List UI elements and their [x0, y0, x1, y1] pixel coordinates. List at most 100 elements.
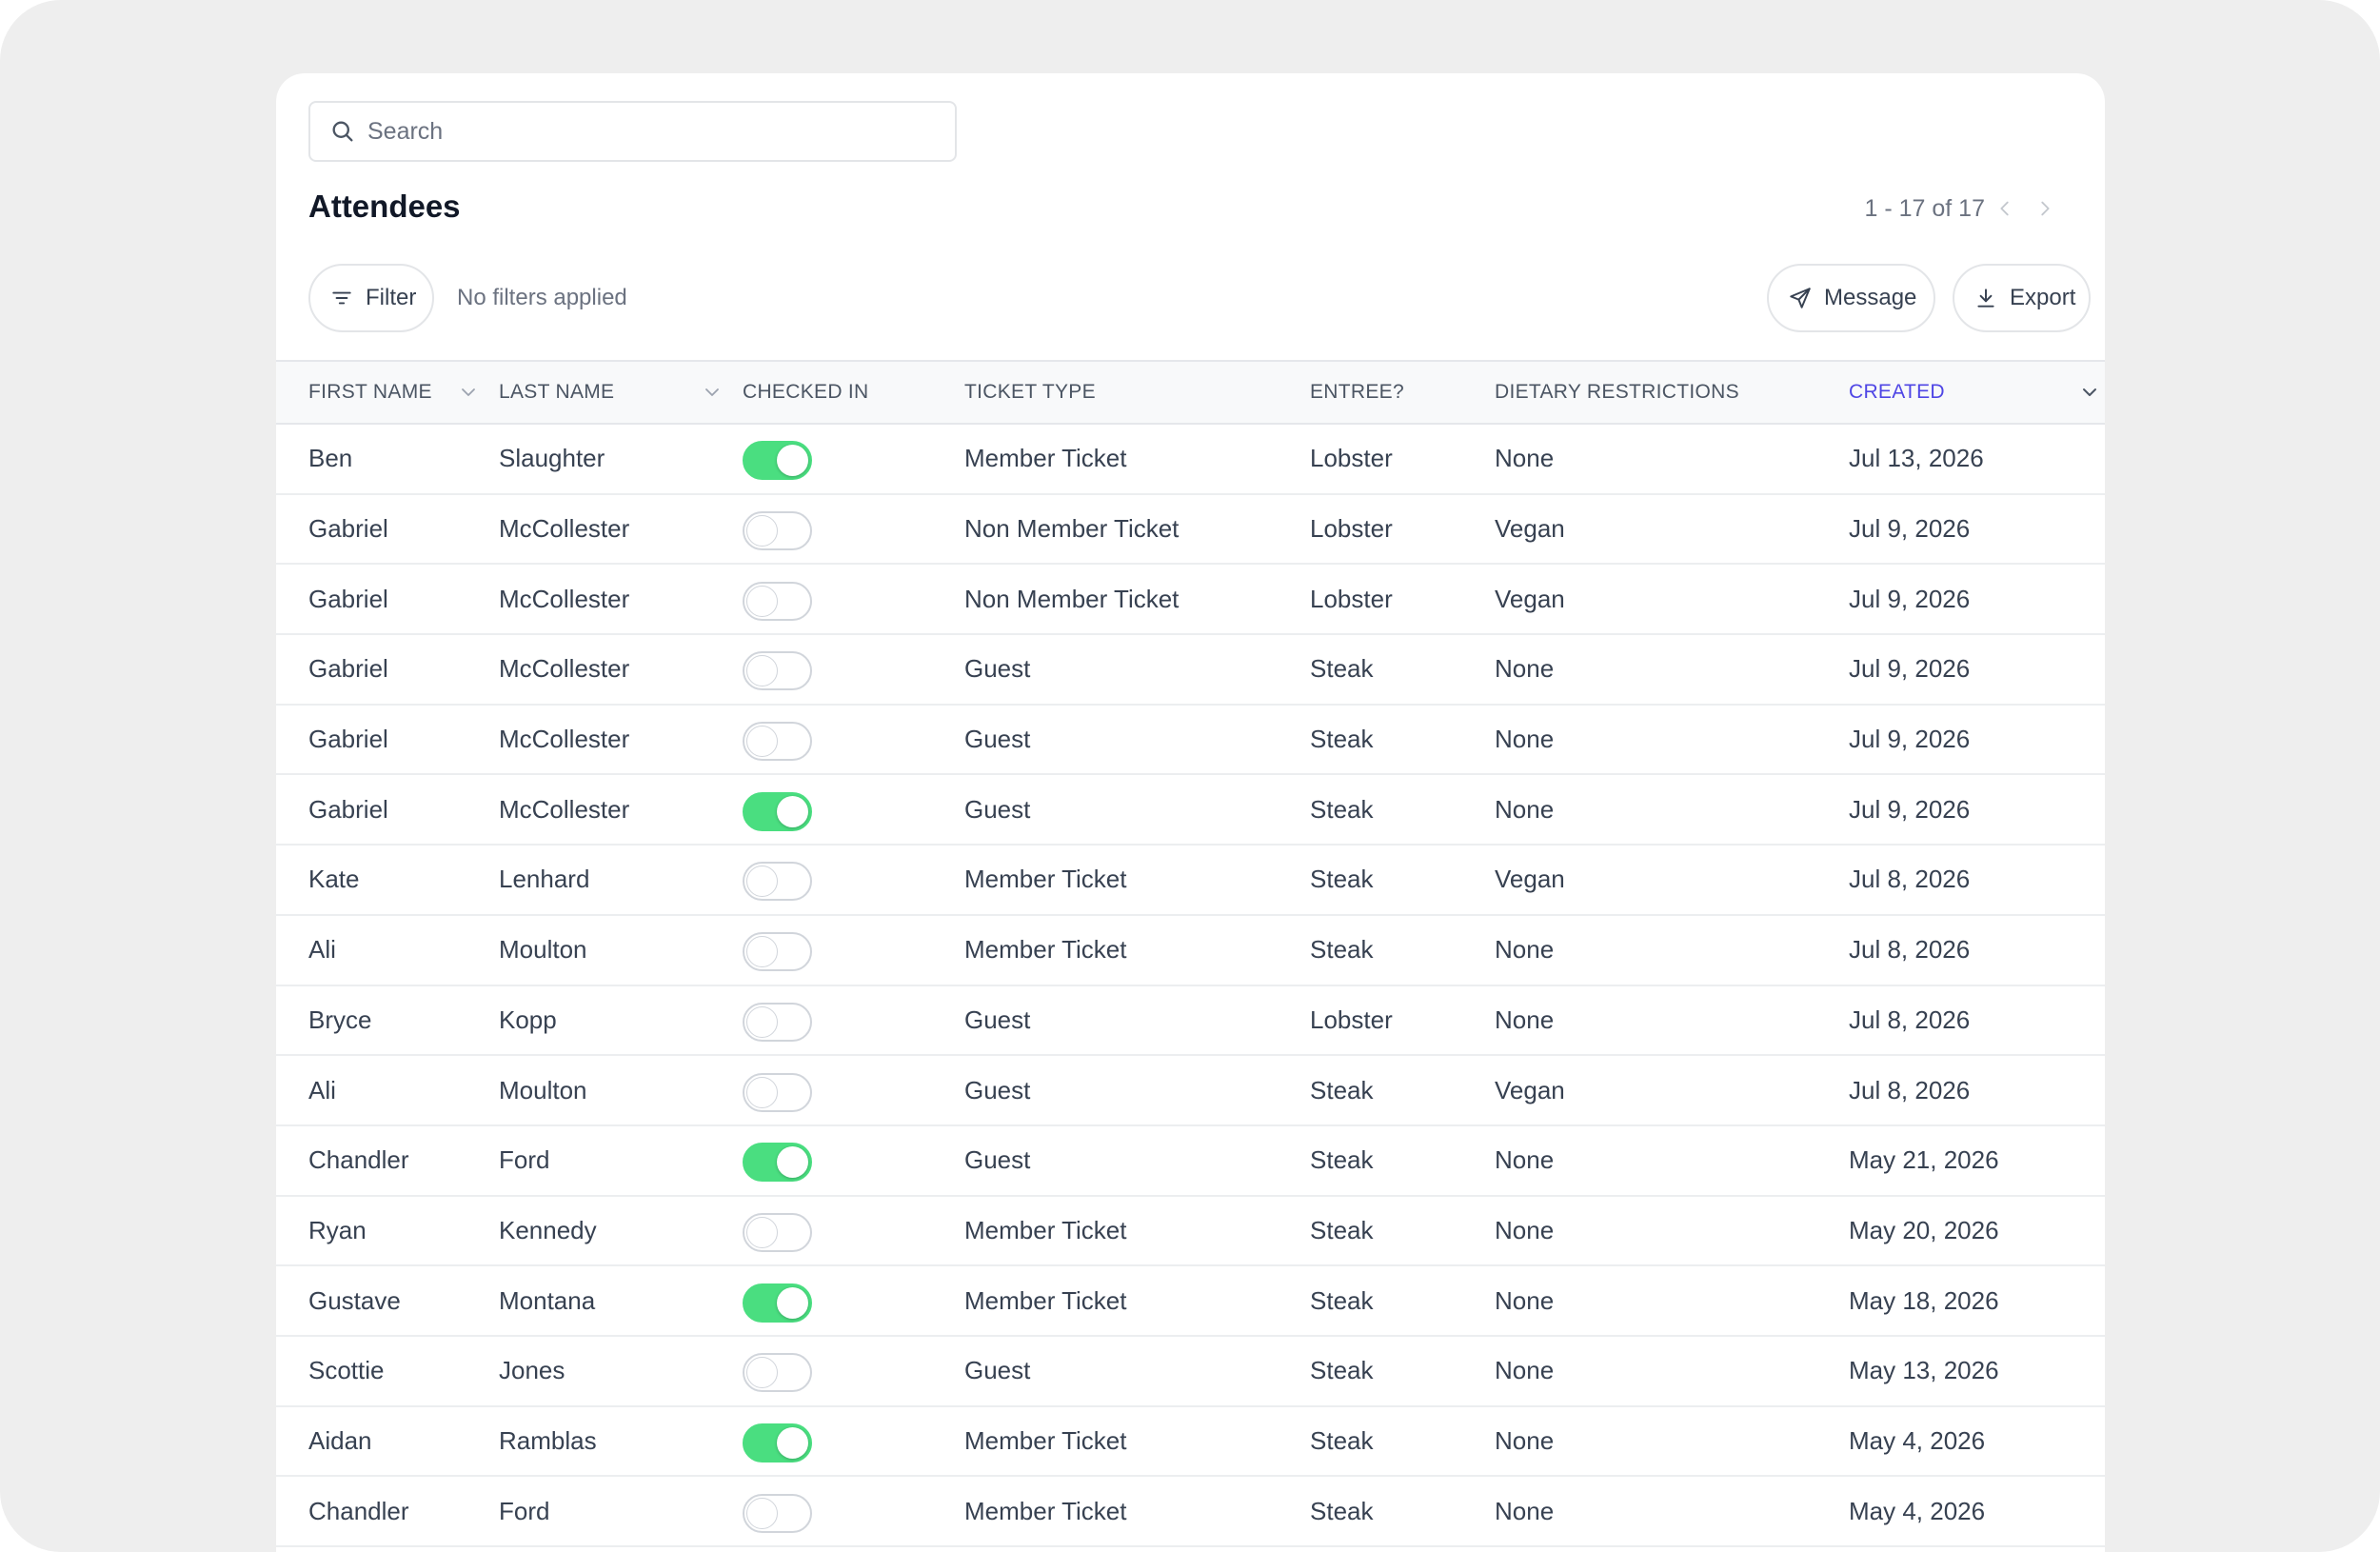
last-name-cell: McCollester	[499, 564, 743, 636]
filter-button-label: Filter	[366, 285, 417, 310]
checked-in-toggle[interactable]	[743, 862, 812, 902]
export-button[interactable]: Export	[1953, 264, 2091, 332]
first-name-cell: Gustave	[276, 1265, 499, 1337]
table-header-row: FIRST NAME LAST NAME CHECKED IN TICKET T…	[276, 360, 2105, 425]
checked-in-toggle[interactable]	[743, 1212, 812, 1252]
checked-in-toggle[interactable]	[743, 1353, 812, 1393]
last-name-cell: Kopp	[499, 985, 743, 1057]
table-row[interactable]: Ali Moulton Member Ticket Steak None Jul 8, 2…	[276, 914, 2105, 986]
checked-in-toggle[interactable]	[743, 1423, 812, 1462]
checked-in-cell	[743, 774, 964, 846]
table-row[interactable]: Chandler Ford Guest Steak None May 21, 2026	[276, 1124, 2105, 1197]
column-header-last-name[interactable]: LAST NAME	[499, 360, 743, 425]
first-name-cell: Gabriel	[276, 493, 499, 566]
checked-in-toggle[interactable]	[743, 1143, 812, 1183]
last-name-cell: Ford	[499, 1124, 743, 1197]
first-name-cell: Gabriel	[276, 564, 499, 636]
table-row[interactable]: Gabriel McCollester Guest Steak None Jul 9, 2…	[276, 774, 2105, 846]
created-cell: May 21, 2026	[1849, 1124, 2105, 1197]
filter-button[interactable]: Filter	[308, 264, 434, 332]
dietary-restrictions-cell: None	[1495, 704, 1849, 776]
table-row[interactable]: Gabriel McCollester Guest Steak None Jul 9, 2…	[276, 704, 2105, 776]
checked-in-toggle[interactable]	[743, 1493, 812, 1533]
table-row[interactable]: Ali Moulton Guest Steak Vegan Jul 8, 2026	[276, 1055, 2105, 1126]
ticket-type-cell: Member Ticket	[964, 1265, 1310, 1337]
entree-cell: Steak	[1310, 1335, 1495, 1407]
previous-page-button[interactable]	[1985, 191, 2025, 226]
checked-in-cell	[743, 564, 964, 636]
first-name-cell: Gabriel	[276, 704, 499, 776]
toggle-knob	[777, 1286, 808, 1319]
pagination: 1 - 17 of 17	[1865, 191, 2065, 226]
dietary-restrictions-cell: None	[1495, 1405, 1849, 1478]
table-row[interactable]: Scottie Jones Guest Steak None May 13, 2026	[276, 1335, 2105, 1407]
message-button[interactable]: Message	[1767, 264, 1935, 332]
last-name-cell: Ramblas	[499, 1405, 743, 1478]
export-button-label: Export	[2010, 285, 2076, 310]
table-row[interactable]: Gustave Montana Member Ticket Steak None May …	[276, 1265, 2105, 1337]
created-cell: Jul 9, 2026	[1849, 493, 2105, 566]
first-name-cell: Gabriel	[276, 634, 499, 706]
table-row[interactable]: Gabriel McCollester Non Member Ticket Lobst…	[276, 493, 2105, 566]
send-icon	[1788, 286, 1813, 310]
first-name-cell: Chandler	[276, 1476, 499, 1547]
entree-cell: Steak	[1310, 1055, 1495, 1126]
toggle-knob	[777, 1426, 808, 1459]
table-row[interactable]: Chandler Ford Member Ticket Steak None May 4,…	[276, 1476, 2105, 1547]
checked-in-toggle[interactable]	[743, 511, 812, 551]
last-name-cell: McCollester	[499, 634, 743, 706]
checked-in-toggle[interactable]	[743, 1283, 812, 1323]
filter-status: No filters applied	[457, 285, 627, 310]
next-page-button[interactable]	[2025, 191, 2065, 226]
page-title: Attendees	[308, 189, 461, 224]
checked-in-toggle[interactable]	[743, 932, 812, 972]
first-name-cell: Gabriel	[276, 774, 499, 846]
checked-in-cell	[743, 1476, 964, 1547]
table-row[interactable]: Gabriel McCollester Non Member Ticket Lobst…	[276, 564, 2105, 636]
checked-in-toggle[interactable]	[743, 1002, 812, 1042]
dietary-restrictions-cell: None	[1495, 774, 1849, 846]
ticket-type-cell: Guest	[964, 634, 1310, 706]
checked-in-toggle[interactable]	[743, 651, 812, 691]
last-name-cell: Moulton	[499, 914, 743, 986]
toggle-knob	[746, 866, 778, 898]
dietary-restrictions-cell: None	[1495, 1195, 1849, 1267]
first-name-cell: Ali	[276, 1055, 499, 1126]
column-header-entree: ENTREE?	[1310, 360, 1495, 425]
ticket-type-cell: Guest	[964, 774, 1310, 846]
checked-in-cell	[743, 1055, 964, 1126]
column-header-created[interactable]: CREATED	[1849, 360, 2105, 425]
table-row[interactable]: Kate Lenhard Member Ticket Steak Vegan Jul 8,…	[276, 845, 2105, 916]
first-name-cell: Ali	[276, 914, 499, 986]
table-row[interactable]: Gabriel McCollester Guest Steak None Jul 9, 2…	[276, 634, 2105, 706]
table-row[interactable]: Bryce Kopp Guest Lobster None Jul 8, 2026	[276, 985, 2105, 1057]
chevron-down-icon	[701, 381, 724, 404]
created-cell: Jul 13, 2026	[1849, 424, 2105, 495]
table-row[interactable]: Aidan Ramblas Member Ticket Steak None May 4,…	[276, 1405, 2105, 1478]
first-name-cell: Bryce	[276, 985, 499, 1057]
search-input[interactable]	[367, 117, 901, 146]
dietary-restrictions-cell: None	[1495, 1124, 1849, 1197]
ticket-type-cell: Member Ticket	[964, 845, 1310, 916]
checked-in-toggle[interactable]	[743, 581, 812, 621]
checked-in-toggle[interactable]	[743, 1072, 812, 1112]
toggle-knob	[746, 1216, 778, 1248]
ticket-type-cell: Non Member Ticket	[964, 493, 1310, 566]
table-row[interactable]: Ben Slaughter Member Ticket Lobster None Jul …	[276, 424, 2105, 495]
column-header-first-name[interactable]: FIRST NAME	[276, 360, 499, 425]
checked-in-cell	[743, 845, 964, 916]
toggle-knob	[777, 445, 808, 477]
checked-in-toggle[interactable]	[743, 791, 812, 831]
search-box[interactable]	[308, 101, 957, 162]
dietary-restrictions-cell: None	[1495, 1335, 1849, 1407]
pagination-range: 1 - 17 of 17	[1864, 194, 1985, 222]
checked-in-toggle[interactable]	[743, 722, 812, 762]
entree-cell: Steak	[1310, 774, 1495, 846]
checked-in-toggle[interactable]	[743, 441, 812, 481]
column-header-checked-in: CHECKED IN	[743, 360, 964, 425]
dietary-restrictions-cell: Vegan	[1495, 564, 1849, 636]
checked-in-cell	[743, 914, 964, 986]
ticket-type-cell: Non Member Ticket	[964, 564, 1310, 636]
checked-in-cell	[743, 985, 964, 1057]
table-row[interactable]: Ryan Kennedy Member Ticket Steak None May 20,…	[276, 1195, 2105, 1267]
